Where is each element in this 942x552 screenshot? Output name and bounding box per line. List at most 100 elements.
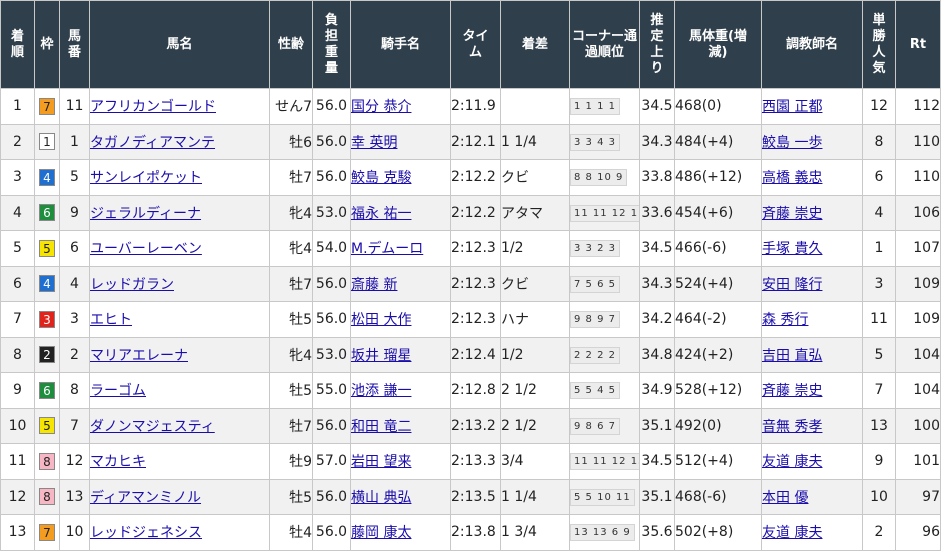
jockey-link[interactable]: 池添 謙一 (352, 383, 412, 399)
trainer-cell: 西園 正都 (761, 88, 863, 125)
corner-positions: 2 2 2 2 (570, 346, 620, 364)
margin-cell: 1/2 (500, 230, 570, 267)
header-jockey[interactable]: 騎手名 (350, 0, 451, 89)
horse-link[interactable]: ディアマンミノル (91, 490, 202, 506)
jockey-link[interactable]: 幸 英明 (352, 135, 398, 151)
trainer-link[interactable]: 吉田 直弘 (763, 348, 823, 364)
horse-link[interactable]: レッドガラン (91, 277, 175, 293)
jockey-link[interactable]: 和田 竜二 (352, 419, 412, 435)
jockey-link[interactable]: 松田 大作 (352, 312, 412, 328)
horse-link[interactable]: ユーバーレーベン (91, 241, 202, 257)
weight-cell: 486(+12) (674, 159, 762, 196)
horse-link[interactable]: ダノンマジェスティ (91, 419, 215, 435)
header-trainer[interactable]: 調教師名 (761, 0, 863, 89)
corner-cell: 9 8 6 7 (569, 407, 640, 444)
waku-badge: 8 (39, 488, 55, 506)
trainer-link[interactable]: 斉藤 崇史 (763, 206, 823, 222)
horse-name-cell: ラーゴム (89, 372, 270, 409)
horse-link[interactable]: タガノディアマンテ (91, 135, 216, 151)
corner-positions: 1 1 1 1 (570, 98, 620, 116)
header-waku[interactable]: 枠 (34, 0, 60, 89)
trainer-link[interactable]: 鮫島 一歩 (763, 135, 823, 151)
umaban-cell: 1 (59, 123, 90, 160)
jockey-link[interactable]: 横山 典弘 (352, 490, 412, 506)
header-horse[interactable]: 馬名 (89, 0, 270, 89)
horse-link[interactable]: エヒト (91, 312, 133, 328)
table-body: 1 7 11 アフリカンゴールド せん7 56.0 国分 恭介 2:11.9 1 1 1 1 34… (0, 88, 941, 551)
header-pop[interactable]: 単勝人気 (862, 0, 896, 89)
trainer-link[interactable]: 友道 康夫 (763, 454, 823, 470)
jockey-link[interactable]: 岩田 望来 (352, 454, 412, 470)
umaban-cell: 3 (59, 301, 90, 338)
popularity-cell: 4 (862, 194, 896, 231)
jockey-link[interactable]: 坂井 瑠星 (352, 348, 412, 364)
header-sexage[interactable]: 性齢 (269, 0, 313, 89)
header-kinryo[interactable]: 負担重量 (312, 0, 351, 89)
weight-cell: 524(+4) (674, 265, 762, 302)
popularity-cell: 10 (862, 478, 896, 515)
header-margin[interactable]: 着差 (500, 0, 570, 89)
waku-badge: 3 (39, 310, 55, 328)
last3f-cell: 34.2 (639, 301, 675, 338)
trainer-link[interactable]: 安田 隆行 (763, 277, 823, 293)
trainer-link[interactable]: 手塚 貴久 (763, 241, 823, 257)
horse-link[interactable]: アフリカンゴールド (91, 99, 217, 115)
jockey-cell: 岩田 望来 (350, 443, 451, 480)
kinryo-cell: 56.0 (312, 478, 351, 515)
trainer-link[interactable]: 斉藤 崇史 (763, 383, 823, 399)
trainer-cell: 安田 隆行 (761, 265, 863, 302)
corner-cell: 7 5 6 5 (569, 265, 640, 302)
waku-badge: 5 (39, 239, 55, 257)
table-row: 2 1 1 タガノディアマンテ 牡6 56.0 幸 英明 2:12.1 1 1/4 3 3 4 3… (0, 123, 941, 160)
rank-cell: 10 (0, 407, 35, 444)
margin-cell (500, 88, 570, 125)
popularity-cell: 6 (862, 159, 896, 196)
kinryo-cell: 57.0 (312, 443, 351, 480)
corner-positions: 9 8 6 7 (570, 417, 620, 435)
waku-badge: 4 (39, 168, 55, 186)
popularity-cell: 11 (862, 301, 896, 338)
time-cell: 2:12.1 (450, 123, 501, 160)
jockey-link[interactable]: 鮫島 克駿 (352, 170, 412, 186)
kinryo-cell: 56.0 (312, 407, 351, 444)
waku-cell: 7 (34, 88, 60, 125)
jockey-link[interactable]: 福永 祐一 (352, 206, 412, 222)
time-cell: 2:11.9 (450, 88, 501, 125)
kinryo-cell: 55.0 (312, 372, 351, 409)
header-corner[interactable]: コーナー通過順位 (569, 0, 640, 89)
waku-cell: 8 (34, 478, 60, 515)
header-time[interactable]: タイム (450, 0, 501, 89)
jockey-link[interactable]: 斎藤 新 (352, 277, 398, 293)
jockey-link[interactable]: M.デムーロ (352, 241, 424, 257)
last3f-cell: 34.5 (639, 88, 675, 125)
table-header: 着順 枠 馬番 馬名 性齢 負担重量 騎手名 タイム 着差 コーナー通過順位 推… (0, 0, 941, 89)
horse-link[interactable]: レッドジェネシス (91, 525, 203, 541)
popularity-cell: 9 (862, 443, 896, 480)
horse-link[interactable]: マカヒキ (91, 454, 147, 470)
corner-cell: 11 11 12 11 (569, 194, 640, 231)
trainer-link[interactable]: 友道 康夫 (763, 525, 823, 541)
header-weight[interactable]: 馬体重(増減) (674, 0, 762, 89)
corner-cell: 9 8 9 7 (569, 301, 640, 338)
margin-cell: 1 1/4 (500, 123, 570, 160)
jockey-link[interactable]: 藤岡 康太 (352, 525, 412, 541)
corner-positions: 5 5 10 11 (570, 488, 635, 506)
header-last3f[interactable]: 推定上り (639, 0, 675, 89)
trainer-link[interactable]: 本田 優 (763, 490, 809, 506)
horse-link[interactable]: サンレイポケット (91, 170, 203, 186)
time-cell: 2:12.4 (450, 336, 501, 373)
horse-link[interactable]: ジェラルディーナ (91, 206, 202, 222)
horse-link[interactable]: ラーゴム (91, 383, 147, 399)
umaban-cell: 13 (59, 478, 90, 515)
jockey-link[interactable]: 国分 恭介 (352, 99, 412, 115)
header-rt[interactable]: Rt (895, 0, 941, 89)
header-rank[interactable]: 着順 (0, 0, 35, 89)
trainer-link[interactable]: 高橋 義忠 (763, 170, 823, 186)
corner-positions: 7 5 6 5 (570, 275, 620, 293)
kinryo-cell: 54.0 (312, 230, 351, 267)
trainer-link[interactable]: 音無 秀孝 (763, 419, 823, 435)
horse-link[interactable]: マリアエレーナ (91, 348, 189, 364)
header-umaban[interactable]: 馬番 (59, 0, 90, 89)
trainer-link[interactable]: 西園 正都 (763, 99, 823, 115)
trainer-link[interactable]: 森 秀行 (763, 312, 809, 328)
